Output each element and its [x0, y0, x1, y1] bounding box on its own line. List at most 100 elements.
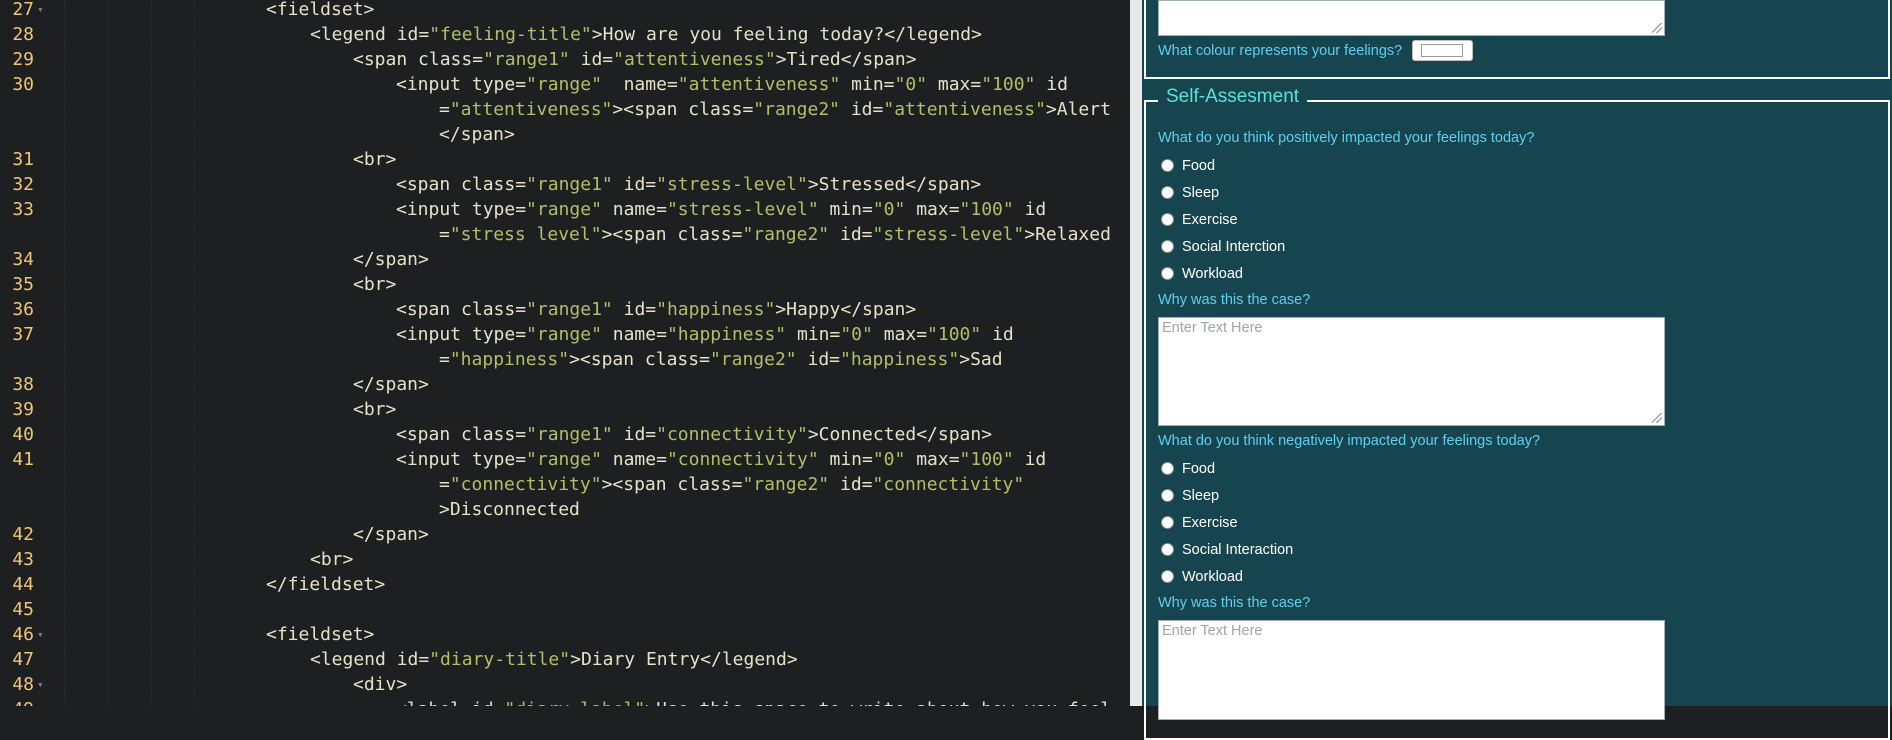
- code-line-wrapped[interactable]: ="attentiveness"><span class="range2" id…: [0, 97, 1130, 122]
- code-text: ="attentiveness"><span class="range2" id…: [439, 99, 1111, 120]
- code-text: </span>: [353, 249, 429, 270]
- line-number: 47: [12, 649, 34, 670]
- line-number: 29: [12, 49, 34, 70]
- code-text: <legend id="feeling-title">How are you f…: [310, 24, 982, 45]
- radio-label: Food: [1182, 158, 1216, 174]
- colour-swatch: [1421, 44, 1463, 57]
- resize-grip-icon[interactable]: [1652, 23, 1662, 33]
- fold-toggle-icon[interactable]: ▾: [37, 0, 44, 22]
- code-text: <input type="range" name="connectivity" …: [396, 449, 1047, 470]
- line-number: 38: [12, 374, 34, 395]
- positive-impact-prompt: What do you think positively impacted yo…: [1158, 130, 1535, 146]
- code-line[interactable]: 38 </span>: [0, 372, 1130, 397]
- line-number: 27: [12, 0, 34, 20]
- line-number: 36: [12, 299, 34, 320]
- radio-button[interactable]: [1161, 186, 1174, 199]
- radio-label: Exercise: [1182, 515, 1238, 531]
- positive-reason-textarea[interactable]: Enter Text Here: [1158, 317, 1665, 426]
- code-line[interactable]: 32 <span class="range1" id="stress-level"…: [0, 172, 1130, 197]
- fold-toggle-icon[interactable]: ▾: [37, 672, 44, 697]
- radio-label: Exercise: [1182, 212, 1238, 228]
- line-number: 41: [12, 449, 34, 470]
- code-text: <div>: [353, 674, 408, 695]
- code-text: <span class="range1" id="connectivity">C…: [396, 424, 993, 445]
- code-line-wrapped[interactable]: >Disconnected: [0, 497, 1130, 522]
- code-line[interactable]: 27 ▾ <fieldset>: [0, 0, 1130, 22]
- code-text: <br>: [353, 149, 397, 170]
- code-line[interactable]: 47 <legend id="diary-title">Diary Entry</…: [0, 647, 1130, 672]
- code-text: </fieldset>: [266, 574, 386, 595]
- line-number: 32: [12, 174, 34, 195]
- radio-button[interactable]: [1161, 240, 1174, 253]
- textarea-placeholder: Enter Text Here: [1162, 623, 1263, 639]
- code-text: <label id="diary-label">Use this space t…: [396, 697, 1111, 706]
- code-line[interactable]: 45: [0, 597, 1130, 622]
- code-line[interactable]: 44 </fieldset>: [0, 572, 1130, 597]
- line-number: 33: [12, 199, 34, 220]
- line-number: 43: [12, 549, 34, 570]
- radio-button[interactable]: [1161, 159, 1174, 172]
- code-line[interactable]: 48 ▾ <div>: [0, 672, 1130, 697]
- radio-button[interactable]: [1161, 489, 1174, 502]
- code-text: <legend id="diary-title">Diary Entry</le…: [310, 649, 798, 670]
- code-line[interactable]: 29 <span class="range1" id="attentiveness…: [0, 47, 1130, 72]
- code-text: ="stress level"><span class="range2" id=…: [439, 224, 1111, 245]
- pane-divider[interactable]: [1130, 0, 1142, 706]
- line-number: 46: [12, 624, 34, 645]
- code-text: ="connectivity"><span class="range2" id=…: [439, 474, 1025, 495]
- code-line[interactable]: 39 <br>: [0, 397, 1130, 422]
- code-line[interactable]: 37 <input type="range" name="happiness" m…: [0, 322, 1130, 347]
- line-number: 30: [12, 74, 34, 95]
- line-number: 42: [12, 524, 34, 545]
- code-line[interactable]: 42 </span>: [0, 522, 1130, 547]
- colour-picker-input[interactable]: [1412, 40, 1473, 61]
- code-text: >Disconnected: [439, 499, 580, 520]
- code-text: </span>: [353, 374, 429, 395]
- code-line[interactable]: 40 <span class="range1" id="connectivity"…: [0, 422, 1130, 447]
- code-line[interactable]: 36 <span class="range1" id="happiness">Ha…: [0, 297, 1130, 322]
- code-text: <span class="range1" id="happiness">Happ…: [396, 299, 917, 320]
- code-line[interactable]: 43 <br>: [0, 547, 1130, 572]
- line-number: 45: [12, 599, 34, 620]
- code-line[interactable]: 30 <input type="range" name="attentivenes…: [0, 72, 1130, 97]
- code-line[interactable]: 49 <label id="diary-label">Use this space…: [0, 697, 1130, 706]
- feelings-textarea[interactable]: [1158, 0, 1665, 36]
- code-line[interactable]: 34 </span>: [0, 247, 1130, 272]
- code-line[interactable]: 46 ▾ <fieldset>: [0, 622, 1130, 647]
- line-number: 48: [12, 674, 34, 695]
- radio-button[interactable]: [1161, 543, 1174, 556]
- line-number: 44: [12, 574, 34, 595]
- code-line[interactable]: 35 <br>: [0, 272, 1130, 297]
- code-text: <fieldset>: [266, 624, 375, 645]
- code-text: <fieldset>: [266, 0, 375, 20]
- code-text: <input type="range" name="stress-level" …: [396, 199, 1047, 220]
- code-text: ="happiness"><span class="range2" id="ha…: [439, 349, 1003, 370]
- code-text: <br>: [353, 274, 397, 295]
- radio-button[interactable]: [1161, 213, 1174, 226]
- code-line[interactable]: 31 <br>: [0, 147, 1130, 172]
- code-editor[interactable]: 27 ▾ <fieldset> 28 <legend id="feeling-title…: [0, 0, 1130, 706]
- radio-button[interactable]: [1161, 516, 1174, 529]
- radio-button[interactable]: [1161, 570, 1174, 583]
- code-text: <span class="range1" id="stress-level">S…: [396, 174, 982, 195]
- code-line[interactable]: 28 <legend id="feeling-title">How are you…: [0, 22, 1130, 47]
- code-line-wrapped[interactable]: ="happiness"><span class="range2" id="ha…: [0, 347, 1130, 372]
- code-text: <br>: [353, 399, 397, 420]
- code-line[interactable]: 41 <input type="range" name="connectivity…: [0, 447, 1130, 472]
- radio-label: Social Interction: [1182, 239, 1286, 255]
- code-text: <span class="range1" id="attentiveness">…: [353, 49, 917, 70]
- self-assessment-legend: Self-Assesment: [1158, 86, 1308, 108]
- line-number: 34: [12, 249, 34, 270]
- why-prompt-negative: Why was this the case?: [1158, 595, 1311, 611]
- resize-grip-icon[interactable]: [1652, 413, 1662, 423]
- radio-label: Food: [1182, 461, 1216, 477]
- negative-reason-textarea[interactable]: Enter Text Here: [1158, 620, 1665, 720]
- code-line-wrapped[interactable]: ="connectivity"><span class="range2" id=…: [0, 472, 1130, 497]
- radio-button[interactable]: [1161, 462, 1174, 475]
- code-line[interactable]: 33 <input type="range" name="stress-level…: [0, 197, 1130, 222]
- line-number: 35: [12, 274, 34, 295]
- fold-toggle-icon[interactable]: ▾: [37, 622, 44, 647]
- code-line-wrapped[interactable]: </span>: [0, 122, 1130, 147]
- code-line-wrapped[interactable]: ="stress level"><span class="range2" id=…: [0, 222, 1130, 247]
- radio-button[interactable]: [1161, 267, 1174, 280]
